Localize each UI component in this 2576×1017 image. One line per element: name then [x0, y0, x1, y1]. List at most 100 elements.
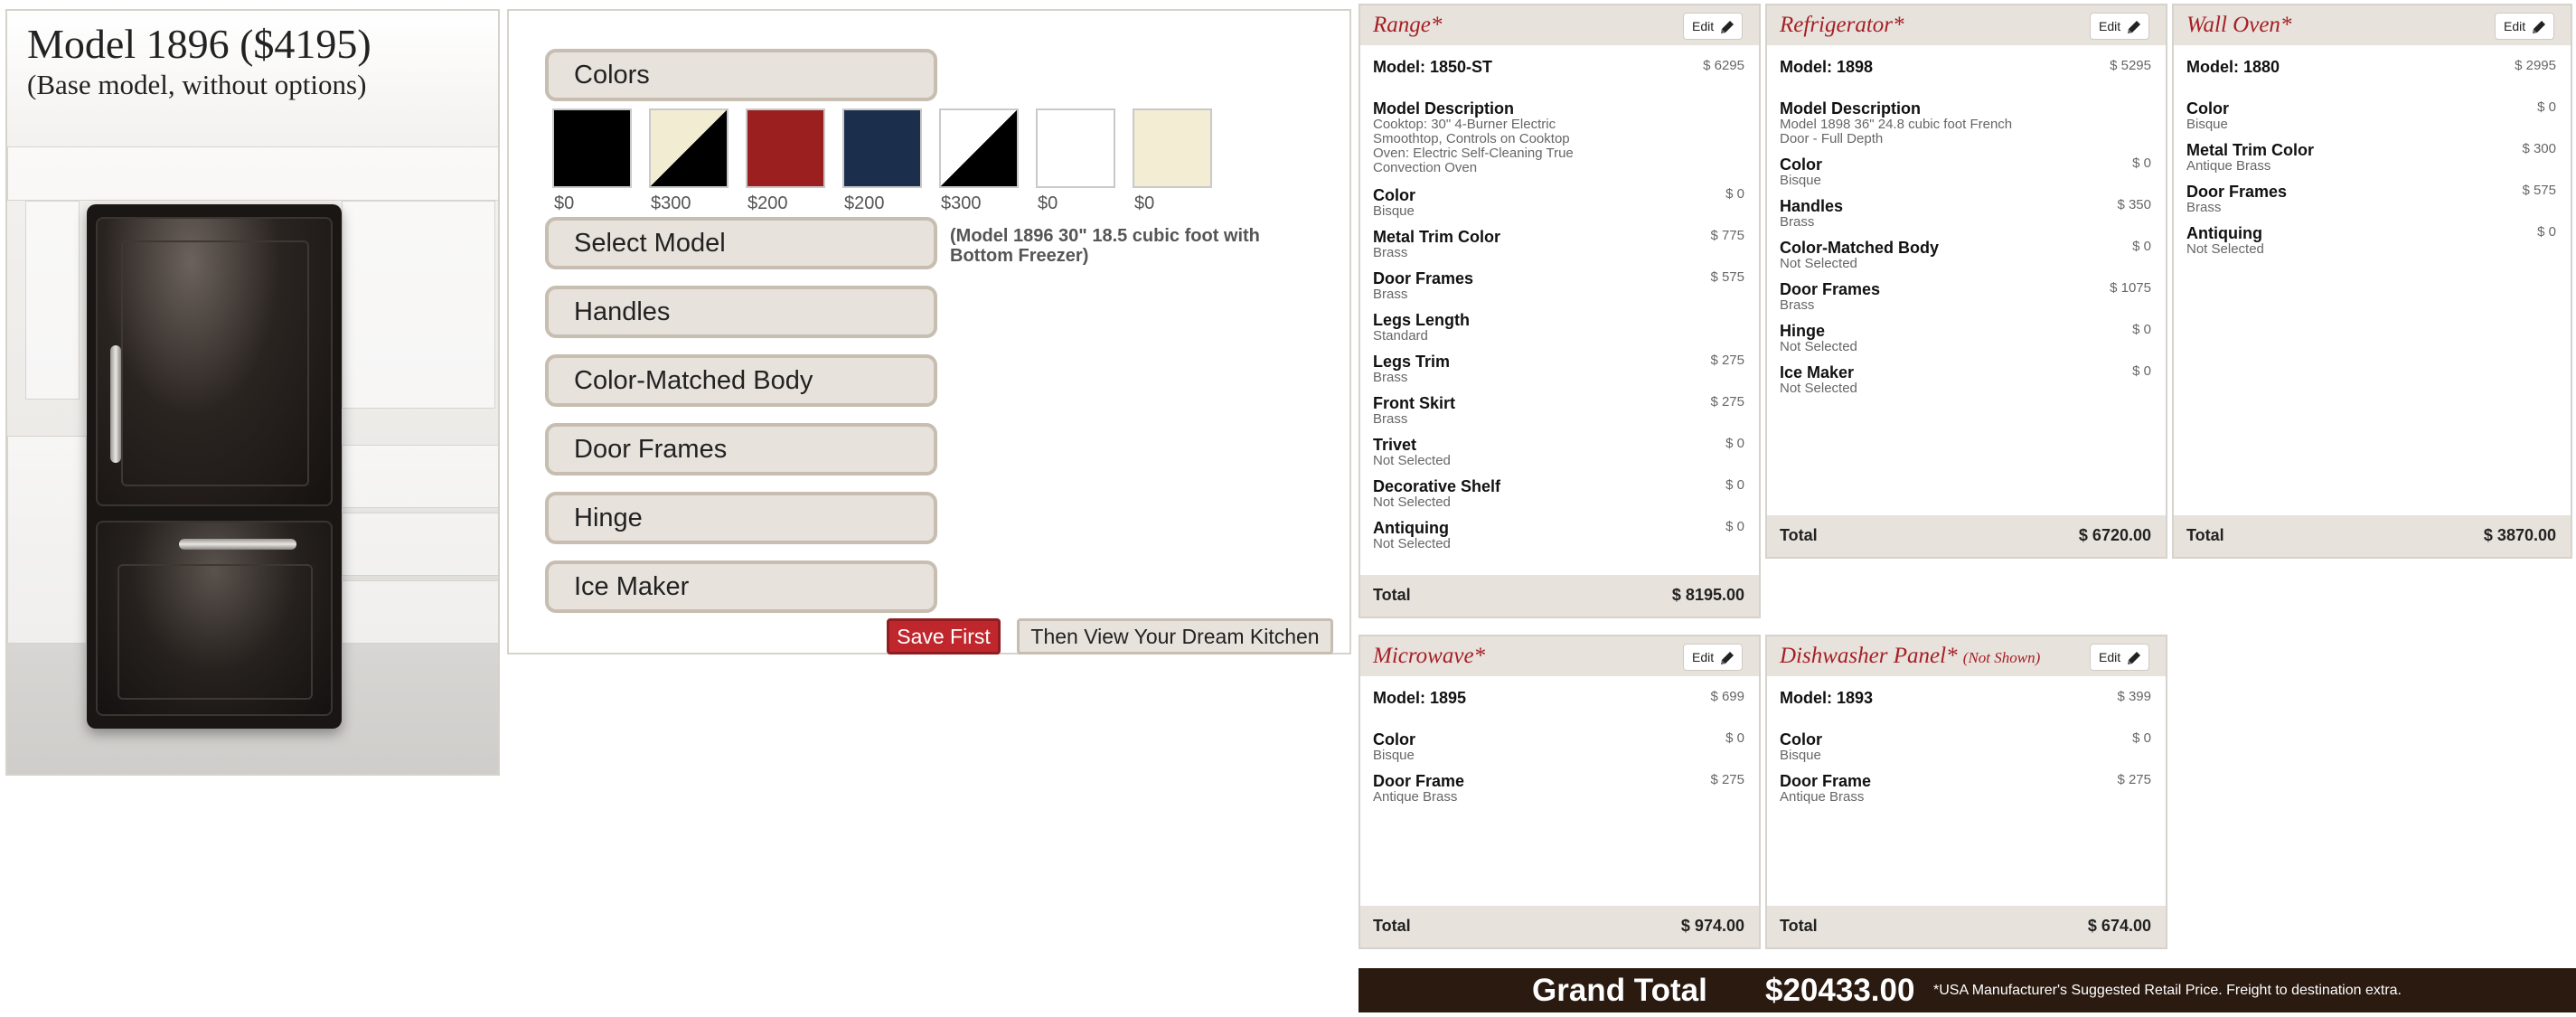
option-value: Not Selected [1373, 453, 1451, 468]
option-value: Bisque [1373, 203, 1415, 219]
option-value: Standard [1373, 328, 1428, 344]
option-price: $ 0 [2132, 363, 2151, 379]
option-row: Color Bisque $ 0 [1780, 730, 2151, 763]
swatch-white[interactable] [1036, 108, 1115, 188]
ice-maker-button[interactable]: Ice Maker [545, 560, 937, 613]
option-row: Door Frames Brass $ 575 [1373, 269, 1744, 302]
swatch-black[interactable] [552, 108, 632, 188]
msrp-disclaimer: *USA Manufacturer's Suggested Retail Pri… [1933, 983, 2402, 998]
option-value: Brass [1373, 287, 1408, 302]
model-row: Model: 1850-ST $ 6295 [1373, 58, 1744, 76]
total-label: Total [1373, 586, 1411, 604]
pencil-icon [2128, 21, 2140, 33]
card-header: Range* Edit [1360, 5, 1759, 45]
option-name: Trivet [1373, 436, 1417, 454]
option-price: $ 0 [2537, 224, 2556, 240]
option-price: $ 1075 [2110, 280, 2151, 296]
option-row: Ice Maker Not Selected $ 0 [1780, 363, 2151, 396]
freezer-panel [118, 564, 313, 700]
upper-cabinet [7, 146, 498, 201]
selected-model-description: (Model 1896 30" 18.5 cubic foot with Bot… [950, 226, 1260, 266]
option-name: Legs Length [1373, 311, 1470, 329]
option-price: $ 275 [2117, 772, 2151, 787]
model-subtitle: (Base model, without options) [27, 69, 367, 100]
option-price: $ 300 [2522, 141, 2556, 156]
option-row: Color Bisque $ 0 [1373, 730, 1744, 763]
freezer-drawer-handle [179, 539, 296, 550]
option-price: $ 275 [1710, 772, 1744, 787]
option-value: Brass [1780, 297, 1815, 313]
option-price: $ 0 [1725, 477, 1744, 493]
swatch-bisque-black[interactable] [649, 108, 729, 188]
option-row: Antiquing Not Selected $ 0 [1373, 519, 1744, 551]
edit-button[interactable]: Edit [2495, 13, 2554, 40]
option-price: $ 575 [2522, 183, 2556, 198]
edit-button[interactable]: Edit [2090, 13, 2149, 40]
edit-button[interactable]: Edit [1683, 13, 1743, 40]
save-first-button[interactable]: Save First [887, 618, 1001, 654]
hinge-button[interactable]: Hinge [545, 492, 937, 544]
colors-button[interactable]: Colors [545, 49, 937, 101]
card-title: Dishwasher Panel* (Not Shown) [1780, 644, 2040, 669]
option-row: Metal Trim Color Antique Brass $ 300 [2186, 141, 2556, 174]
total-amount: $ 3870.00 [2483, 526, 2556, 544]
drawer-1 [342, 445, 498, 508]
option-price: $ 0 [2132, 155, 2151, 171]
model-label: Model: 1880 [2186, 58, 2280, 76]
card-title-note: (Not Shown) [1962, 649, 2041, 666]
handles-button[interactable]: Handles [545, 286, 937, 338]
option-value: Cooktop: 30" 4-Burner Electric Smoothtop… [1373, 117, 1574, 175]
card-title: Wall Oven* [2186, 13, 2292, 37]
select-model-button[interactable]: Select Model [545, 217, 937, 269]
option-row: Handles Brass $ 350 [1780, 197, 2151, 230]
card-header: Dishwasher Panel* (Not Shown) Edit [1767, 636, 2166, 676]
card-total-bar: Total $ 8195.00 [1360, 575, 1759, 617]
pencil-icon [2533, 21, 2545, 33]
range-card: Range* Edit Model: 1850-ST $ 6295 Model … [1359, 4, 1761, 618]
pencil-icon [1721, 21, 1734, 33]
option-value: Brass [1373, 370, 1408, 385]
swatch-navy[interactable] [842, 108, 922, 188]
option-name: Metal Trim Color [1373, 228, 1501, 246]
model-label: Model: 1895 [1373, 689, 1467, 707]
edit-button[interactable]: Edit [1683, 644, 1743, 671]
option-row: Metal Trim Color Brass $ 775 [1373, 228, 1744, 260]
option-value: Not Selected [1780, 339, 1857, 354]
option-name: Legs Trim [1373, 353, 1451, 371]
option-row: Color Bisque $ 0 [1780, 155, 2151, 188]
color-matched-body-button[interactable]: Color-Matched Body [545, 354, 937, 407]
model-price: $ 6295 [1703, 58, 1744, 73]
swatch-price: $300 [941, 193, 982, 213]
total-amount: $ 974.00 [1680, 917, 1744, 935]
swatch-bisque[interactable] [1133, 108, 1212, 188]
edit-button[interactable]: Edit [2090, 644, 2149, 671]
model-label: Model: 1850-ST [1373, 58, 1493, 76]
grand-total-bar: Grand Total $20433.00 *USA Manufacturer'… [1359, 968, 2576, 1012]
option-name: Color [2186, 99, 2229, 118]
swatch-red[interactable] [746, 108, 825, 188]
swatch-price: $200 [844, 193, 885, 213]
card-total-bar: Total $ 974.00 [1360, 906, 1759, 947]
option-row: Decorative Shelf Not Selected $ 0 [1373, 477, 1744, 510]
swatch-white-black[interactable] [939, 108, 1019, 188]
model-row: Model: 1893 $ 399 [1780, 689, 2151, 707]
model-price: $ 2995 [2515, 58, 2556, 73]
option-row: Model Description Model 1898 36" 24.8 cu… [1780, 99, 2151, 146]
drawer-3 [342, 580, 498, 644]
option-name: Antiquing [2186, 224, 2262, 242]
refrigerator-image [87, 204, 342, 729]
option-name: Color [1373, 186, 1415, 204]
option-value: Not Selected [2186, 241, 2264, 257]
door-frames-button[interactable]: Door Frames [545, 423, 937, 476]
option-value: Antique Brass [1373, 789, 1458, 805]
card-title: Range* [1373, 13, 1443, 37]
option-row: Legs Length Standard [1373, 311, 1744, 344]
fridge-freezer-drawer [96, 521, 333, 716]
option-price: $ 0 [1725, 730, 1744, 746]
view-dream-kitchen-button[interactable]: Then View Your Dream Kitchen [1017, 618, 1333, 654]
option-value: Bisque [1373, 748, 1415, 763]
option-value: Model 1898 36" 24.8 cubic foot French Do… [1780, 117, 2013, 146]
card-header: Microwave* Edit [1360, 636, 1759, 676]
total-label: Total [1373, 917, 1411, 935]
right-wall-tile [342, 201, 495, 409]
